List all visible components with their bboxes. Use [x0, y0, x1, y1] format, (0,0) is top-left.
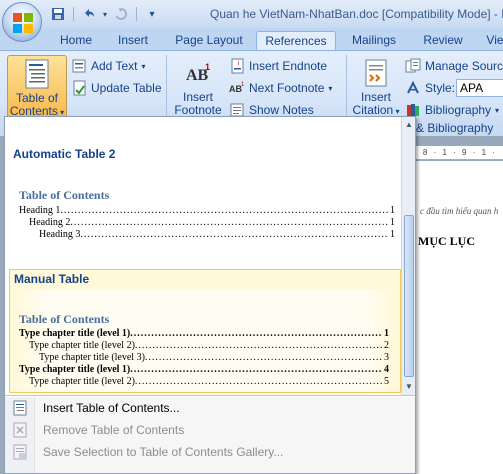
manage-sources-icon: [405, 58, 421, 73]
manage-sources-label: Manage Source: [425, 59, 503, 73]
update-table-button[interactable]: Update Table: [71, 79, 162, 97]
group-separator: [346, 55, 347, 125]
svg-text:1: 1: [205, 62, 210, 72]
horizontal-ruler[interactable]: · 8 · 1 · 9 · 1 · 10: [410, 146, 503, 171]
scroll-up-icon[interactable]: ▲: [403, 119, 415, 131]
style-selector: Style:: [405, 79, 455, 97]
toc-gallery: Automatic Table 2 Table of Contents Head…: [5, 117, 401, 395]
insert-endnote-label: Insert Endnote: [249, 59, 328, 73]
toc-icon: [25, 59, 49, 89]
window-title: Quan he VietNam-NhatBan.doc [Compatibili…: [210, 7, 503, 21]
save-selection-icon: [13, 444, 27, 460]
update-table-label: Update Table: [91, 81, 162, 95]
toc-preview-line: Type chapter title (level 1)1: [19, 328, 389, 339]
remove-toc-menu-item[interactable]: Remove Table of Contents: [5, 419, 415, 441]
toc-dropdown-menu: Automatic Table 2 Table of Contents Head…: [4, 116, 416, 474]
add-text-label: Add Text: [91, 59, 138, 73]
title-bar: ▾ ▾ Quan he VietNam-NhatBan.doc [Compati…: [0, 0, 503, 28]
next-footnote-button[interactable]: AB 1 Next Footnote ▾: [229, 79, 332, 97]
document-page[interactable]: c đầu tìm hiểu quan h MỤC LỤC: [410, 161, 503, 474]
toc-preview-line: Type chapter title (level 2)5: [29, 376, 389, 387]
insert-citation-button[interactable]: Insert Citation ▾: [350, 55, 402, 119]
insert-endnote-button[interactable]: i Insert Endnote: [229, 57, 327, 75]
gallery-item-manual-table[interactable]: Manual Table Table of Contents Type chap…: [9, 269, 401, 393]
ribbon-tabs: Home Insert Page Layout References Maili…: [0, 28, 503, 50]
customize-icon[interactable]: ▾: [144, 6, 160, 22]
chevron-down-icon: ▾: [328, 83, 333, 93]
undo-icon[interactable]: [81, 6, 97, 22]
menu-separator: [5, 395, 415, 396]
chevron-down-icon: ▾: [393, 107, 400, 116]
bibliography-label: Bibliography: [425, 103, 492, 117]
insert-citation-label-line2: Citation: [352, 103, 394, 117]
show-notes-label: Show Notes: [249, 103, 314, 117]
next-footnote-label: Next Footnote: [249, 81, 325, 95]
tab-view[interactable]: Vie: [484, 31, 503, 50]
style-label: Style:: [425, 81, 456, 95]
office-logo-icon: [13, 13, 33, 33]
tab-review[interactable]: Review: [418, 31, 468, 50]
scrollbar-thumb[interactable]: [404, 215, 414, 377]
toc-preview-title: Table of Contents: [19, 188, 110, 202]
insert-toc-menu-item[interactable]: Insert Table of Contents...: [5, 397, 415, 419]
insert-toc-icon: [13, 400, 27, 416]
remove-toc-label: Remove Table of Contents: [43, 423, 185, 437]
tab-insert[interactable]: Insert: [112, 31, 154, 50]
citations-group-label: & Bibliography: [416, 121, 494, 135]
add-text-button[interactable]: Add Text ▾: [71, 57, 146, 75]
style-dropdown[interactable]: APA: [456, 79, 503, 97]
gallery-item-heading: Manual Table: [14, 272, 90, 286]
gallery-scrollbar[interactable]: ▲ ▼: [401, 117, 415, 395]
gallery-item-automatic-table-2[interactable]: Automatic Table 2 Table of Contents Head…: [5, 117, 401, 265]
tab-mailings[interactable]: Mailings: [346, 31, 402, 50]
tab-references[interactable]: References: [256, 31, 336, 50]
insert-endnote-icon: i: [231, 58, 244, 74]
undo-dropdown-icon[interactable]: ▾: [101, 6, 109, 22]
remove-toc-icon: [13, 422, 27, 438]
toc-preview-title: Table of Contents: [19, 312, 110, 326]
group-separator: [166, 55, 167, 125]
footnote-icon: AB 1: [186, 62, 210, 84]
toc-menu-commands: Insert Table of Contents... Remove Table…: [5, 397, 415, 473]
manual-table-preview: Table of Contents Type chapter title (le…: [15, 290, 395, 392]
insert-toc-label: Insert Table of Contents...: [43, 401, 180, 415]
bibliography-button[interactable]: Bibliography ▾: [405, 101, 499, 119]
toc-preview-line: Heading 11: [19, 205, 395, 216]
toc-preview-line: Type chapter title (level 3)3: [39, 352, 389, 363]
manage-sources-button[interactable]: Manage Source: [405, 57, 503, 75]
quick-access-toolbar: ▾ ▾: [50, 4, 160, 24]
scroll-down-icon[interactable]: ▼: [403, 381, 415, 393]
document-heading: MỤC LỤC: [418, 234, 475, 248]
add-text-icon: [72, 59, 86, 73]
toc-preview-line: Type chapter title (level 2)2: [29, 340, 389, 351]
toc-preview-line: Heading 21: [29, 217, 395, 228]
document-text-fragment: c đầu tìm hiểu quan h: [420, 206, 499, 216]
toc-preview-line: Heading 31: [39, 229, 395, 240]
toolbar-separator: [73, 7, 74, 21]
insert-footnote-button[interactable]: AB 1 Insert Footnote: [172, 55, 224, 119]
svg-text:1: 1: [241, 82, 245, 88]
gallery-item-heading: Automatic Table 2: [13, 147, 116, 161]
tab-page-layout[interactable]: Page Layout: [170, 31, 248, 50]
toc-preview-line: Type chapter title (level 1)4: [19, 364, 389, 375]
save-selection-menu-item[interactable]: Save Selection to Table of Contents Gall…: [5, 441, 415, 463]
style-icon: [407, 80, 419, 94]
tab-home[interactable]: Home: [56, 31, 96, 50]
office-button[interactable]: [2, 2, 42, 42]
update-table-icon: [73, 80, 86, 96]
svg-text:i: i: [238, 61, 239, 67]
redo-icon[interactable]: [113, 6, 129, 22]
citation-icon: [365, 59, 387, 87]
chevron-down-icon: ▾: [141, 61, 146, 71]
save-icon[interactable]: [50, 6, 66, 22]
save-selection-label: Save Selection to Table of Contents Gall…: [43, 445, 284, 459]
table-of-contents-button[interactable]: Table of Contents ▾: [7, 55, 67, 119]
chevron-down-icon: ▾: [495, 105, 500, 115]
next-footnote-icon: AB 1: [229, 82, 245, 94]
toolbar-separator: [136, 7, 137, 21]
